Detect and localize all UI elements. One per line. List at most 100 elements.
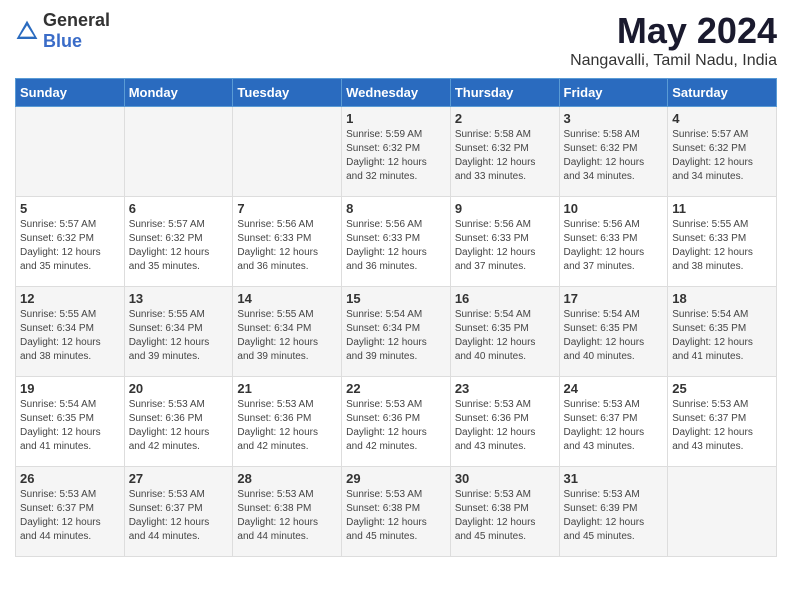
header-tuesday: Tuesday — [233, 79, 342, 107]
day-number: 9 — [455, 201, 555, 216]
header-wednesday: Wednesday — [342, 79, 451, 107]
day-number: 29 — [346, 471, 446, 486]
day-cell: 18 Sunrise: 5:54 AM Sunset: 6:35 PM Dayli… — [668, 287, 777, 377]
day-cell: 12 Sunrise: 5:55 AM Sunset: 6:34 PM Dayli… — [16, 287, 125, 377]
day-number: 19 — [20, 381, 120, 396]
week-row-2: 12 Sunrise: 5:55 AM Sunset: 6:34 PM Dayli… — [16, 287, 777, 377]
day-info: Sunrise: 5:53 AM Sunset: 6:37 PM Dayligh… — [564, 398, 664, 454]
day-cell: 5 Sunrise: 5:57 AM Sunset: 6:32 PM Daylig… — [16, 197, 125, 287]
day-info: Sunrise: 5:56 AM Sunset: 6:33 PM Dayligh… — [455, 218, 555, 274]
header-row: SundayMondayTuesdayWednesdayThursdayFrid… — [16, 79, 777, 107]
header-monday: Monday — [124, 79, 233, 107]
day-number: 12 — [20, 291, 120, 306]
day-info: Sunrise: 5:56 AM Sunset: 6:33 PM Dayligh… — [564, 218, 664, 274]
day-cell: 1 Sunrise: 5:59 AM Sunset: 6:32 PM Daylig… — [342, 107, 451, 197]
day-cell: 28 Sunrise: 5:53 AM Sunset: 6:38 PM Dayli… — [233, 467, 342, 557]
day-number: 8 — [346, 201, 446, 216]
day-number: 17 — [564, 291, 664, 306]
subtitle: Nangavalli, Tamil Nadu, India — [570, 52, 777, 70]
day-cell: 11Sunrise: 5:55 AM Sunset: 6:33 PM Dayli… — [668, 197, 777, 287]
day-number: 18 — [672, 291, 772, 306]
day-cell: 9 Sunrise: 5:56 AM Sunset: 6:33 PM Daylig… — [450, 197, 559, 287]
header-sunday: Sunday — [16, 79, 125, 107]
day-number: 6 — [129, 201, 229, 216]
day-info: Sunrise: 5:59 AM Sunset: 6:32 PM Dayligh… — [346, 128, 446, 184]
day-info: Sunrise: 5:56 AM Sunset: 6:33 PM Dayligh… — [346, 218, 446, 274]
day-cell: 6Sunrise: 5:57 AM Sunset: 6:32 PM Daylig… — [124, 197, 233, 287]
day-cell: 30 Sunrise: 5:53 AM Sunset: 6:38 PM Dayli… — [450, 467, 559, 557]
day-cell — [124, 107, 233, 197]
day-number: 21 — [237, 381, 337, 396]
day-cell: 22 Sunrise: 5:53 AM Sunset: 6:36 PM Dayli… — [342, 377, 451, 467]
day-info: Sunrise: 5:53 AM Sunset: 6:37 PM Dayligh… — [129, 488, 229, 544]
day-info: Sunrise: 5:54 AM Sunset: 6:35 PM Dayligh… — [672, 308, 772, 364]
header-thursday: Thursday — [450, 79, 559, 107]
day-number: 1 — [346, 111, 446, 126]
week-row-3: 19 Sunrise: 5:54 AM Sunset: 6:35 PM Dayli… — [16, 377, 777, 467]
day-info: Sunrise: 5:53 AM Sunset: 6:38 PM Dayligh… — [237, 488, 337, 544]
logo: General Blue — [15, 10, 110, 52]
day-info: Sunrise: 5:53 AM Sunset: 6:37 PM Dayligh… — [672, 398, 772, 454]
day-cell: 8 Sunrise: 5:56 AM Sunset: 6:33 PM Daylig… — [342, 197, 451, 287]
day-cell: 13Sunrise: 5:55 AM Sunset: 6:34 PM Dayli… — [124, 287, 233, 377]
day-info: Sunrise: 5:58 AM Sunset: 6:32 PM Dayligh… — [564, 128, 664, 184]
day-cell: 24 Sunrise: 5:53 AM Sunset: 6:37 PM Dayli… — [559, 377, 668, 467]
day-info: Sunrise: 5:55 AM Sunset: 6:34 PM Dayligh… — [129, 308, 229, 364]
day-cell: 4Sunrise: 5:57 AM Sunset: 6:32 PM Daylig… — [668, 107, 777, 197]
day-number: 3 — [564, 111, 664, 126]
day-cell — [233, 107, 342, 197]
week-row-4: 26Sunrise: 5:53 AM Sunset: 6:37 PM Dayli… — [16, 467, 777, 557]
day-number: 24 — [564, 381, 664, 396]
calendar-table: SundayMondayTuesdayWednesdayThursdayFrid… — [15, 78, 777, 557]
day-number: 16 — [455, 291, 555, 306]
day-number: 25 — [672, 381, 772, 396]
logo-icon — [15, 19, 39, 43]
day-number: 20 — [129, 381, 229, 396]
day-info: Sunrise: 5:55 AM Sunset: 6:34 PM Dayligh… — [20, 308, 120, 364]
day-info: Sunrise: 5:54 AM Sunset: 6:35 PM Dayligh… — [564, 308, 664, 364]
day-number: 27 — [129, 471, 229, 486]
day-cell: 31Sunrise: 5:53 AM Sunset: 6:39 PM Dayli… — [559, 467, 668, 557]
day-info: Sunrise: 5:53 AM Sunset: 6:36 PM Dayligh… — [455, 398, 555, 454]
day-info: Sunrise: 5:53 AM Sunset: 6:36 PM Dayligh… — [237, 398, 337, 454]
day-cell: 2Sunrise: 5:58 AM Sunset: 6:32 PM Daylig… — [450, 107, 559, 197]
day-number: 5 — [20, 201, 120, 216]
logo-text-blue: Blue — [43, 31, 82, 51]
day-number: 30 — [455, 471, 555, 486]
week-row-0: 1 Sunrise: 5:59 AM Sunset: 6:32 PM Daylig… — [16, 107, 777, 197]
day-cell: 3 Sunrise: 5:58 AM Sunset: 6:32 PM Daylig… — [559, 107, 668, 197]
day-number: 10 — [564, 201, 664, 216]
day-cell — [668, 467, 777, 557]
day-info: Sunrise: 5:58 AM Sunset: 6:32 PM Dayligh… — [455, 128, 555, 184]
day-cell: 14Sunrise: 5:55 AM Sunset: 6:34 PM Dayli… — [233, 287, 342, 377]
day-number: 11 — [672, 201, 772, 216]
header-saturday: Saturday — [668, 79, 777, 107]
day-number: 28 — [237, 471, 337, 486]
day-info: Sunrise: 5:57 AM Sunset: 6:32 PM Dayligh… — [20, 218, 120, 274]
day-cell: 16Sunrise: 5:54 AM Sunset: 6:35 PM Dayli… — [450, 287, 559, 377]
day-cell: 19 Sunrise: 5:54 AM Sunset: 6:35 PM Dayli… — [16, 377, 125, 467]
main-title: May 2024 — [570, 10, 777, 52]
day-cell — [16, 107, 125, 197]
day-cell: 20Sunrise: 5:53 AM Sunset: 6:36 PM Dayli… — [124, 377, 233, 467]
day-cell: 7 Sunrise: 5:56 AM Sunset: 6:33 PM Daylig… — [233, 197, 342, 287]
day-cell: 10 Sunrise: 5:56 AM Sunset: 6:33 PM Dayli… — [559, 197, 668, 287]
day-info: Sunrise: 5:53 AM Sunset: 6:38 PM Dayligh… — [455, 488, 555, 544]
header-friday: Friday — [559, 79, 668, 107]
day-cell: 29 Sunrise: 5:53 AM Sunset: 6:38 PM Dayli… — [342, 467, 451, 557]
day-info: Sunrise: 5:54 AM Sunset: 6:35 PM Dayligh… — [20, 398, 120, 454]
day-number: 7 — [237, 201, 337, 216]
day-info: Sunrise: 5:53 AM Sunset: 6:38 PM Dayligh… — [346, 488, 446, 544]
day-info: Sunrise: 5:53 AM Sunset: 6:36 PM Dayligh… — [346, 398, 446, 454]
day-number: 31 — [564, 471, 664, 486]
day-cell: 23Sunrise: 5:53 AM Sunset: 6:36 PM Dayli… — [450, 377, 559, 467]
day-info: Sunrise: 5:54 AM Sunset: 6:34 PM Dayligh… — [346, 308, 446, 364]
day-info: Sunrise: 5:55 AM Sunset: 6:34 PM Dayligh… — [237, 308, 337, 364]
day-number: 22 — [346, 381, 446, 396]
logo-text-general: General — [43, 10, 110, 30]
day-cell: 21 Sunrise: 5:53 AM Sunset: 6:36 PM Dayli… — [233, 377, 342, 467]
day-cell: 26Sunrise: 5:53 AM Sunset: 6:37 PM Dayli… — [16, 467, 125, 557]
day-info: Sunrise: 5:56 AM Sunset: 6:33 PM Dayligh… — [237, 218, 337, 274]
day-number: 4 — [672, 111, 772, 126]
page-header: General Blue May 2024 Nangavalli, Tamil … — [15, 10, 777, 70]
